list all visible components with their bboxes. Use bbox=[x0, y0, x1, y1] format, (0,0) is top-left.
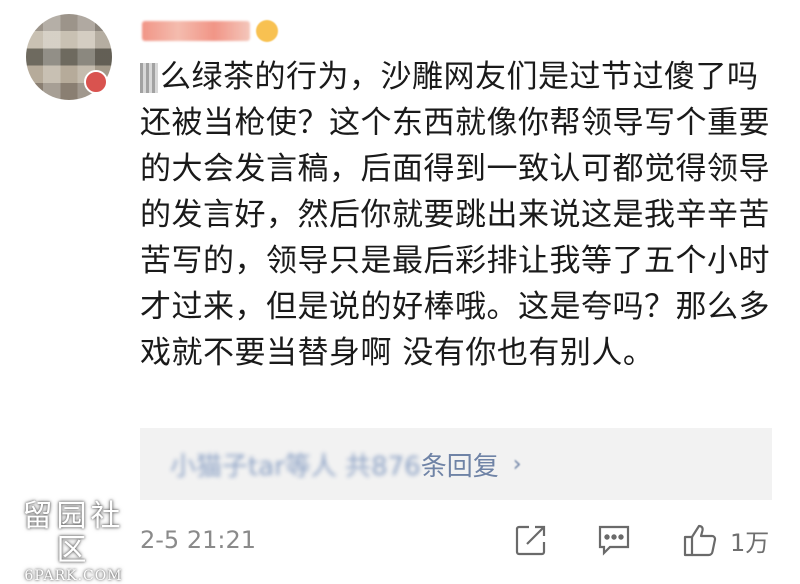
avatar-badge-icon bbox=[84, 70, 108, 94]
chevron-right-icon: › bbox=[512, 451, 522, 477]
username-blurred bbox=[142, 21, 250, 41]
share-button[interactable] bbox=[514, 518, 548, 562]
like-count: 1万 bbox=[730, 528, 770, 557]
replies-blurred-text: 小猫子tar等人 共876 bbox=[170, 451, 421, 482]
comment-icon bbox=[596, 523, 632, 557]
like-button[interactable]: 1万 bbox=[682, 518, 769, 562]
comment-button[interactable] bbox=[596, 518, 632, 562]
thumbs-up-icon bbox=[682, 522, 718, 558]
comment-text: 么绿茶的行为，沙雕网友们是过节过傻了吗还被当枪使？这个东西就像你帮领导写个重要的… bbox=[140, 59, 770, 371]
timestamp: 2-5 21:21 bbox=[140, 526, 256, 554]
watermark-en: 6PARK.COM bbox=[24, 568, 123, 584]
share-icon bbox=[514, 523, 548, 557]
vip-badge-icon bbox=[256, 20, 278, 42]
replies-link[interactable]: 小猫子tar等人 共876 条回复 › bbox=[140, 428, 772, 500]
cropped-character bbox=[140, 63, 158, 93]
watermark: 留园社区 6PARK.COM bbox=[6, 500, 141, 584]
comment-body: 么绿茶的行为，沙雕网友们是过节过傻了吗还被当枪使？这个东西就像你帮领导写个重要的… bbox=[140, 54, 780, 376]
watermark-cn: 留园社区 bbox=[22, 499, 125, 568]
replies-count-label: 条回复 bbox=[420, 451, 499, 482]
username[interactable] bbox=[142, 18, 278, 44]
